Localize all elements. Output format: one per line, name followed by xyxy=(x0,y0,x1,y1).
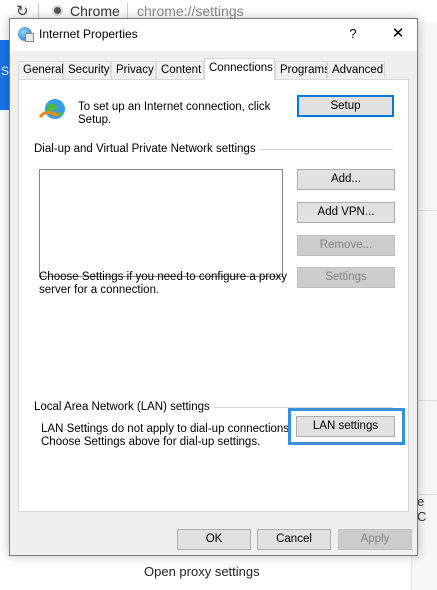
tab-programs[interactable]: Programs xyxy=(275,61,330,79)
ok-button[interactable]: OK xyxy=(177,529,251,550)
internet-properties-icon xyxy=(18,27,34,42)
address-bar[interactable]: chrome://settings xyxy=(137,3,244,19)
chrome-label: Chrome xyxy=(70,3,120,19)
url-divider xyxy=(127,3,128,19)
tab-advanced[interactable]: Advanced xyxy=(327,61,385,79)
truncated-setting-text: e C xyxy=(417,494,427,524)
connections-list[interactable] xyxy=(39,169,283,277)
tab-security[interactable]: Security xyxy=(63,61,111,79)
remove-button[interactable]: Remove... xyxy=(297,235,395,256)
setup-button[interactable]: Setup xyxy=(297,95,394,117)
settings-button[interactable]: Settings xyxy=(297,267,395,288)
tab-connections[interactable]: Connections xyxy=(204,58,275,80)
internet-properties-dialog: Internet Properties ? ✕ General Security… xyxy=(9,18,418,556)
dialog-title: Internet Properties xyxy=(39,27,138,41)
setup-description: To set up an Internet connection, click … xyxy=(78,101,271,126)
add-button[interactable]: Add... xyxy=(297,169,395,190)
lan-settings-button[interactable]: LAN settings xyxy=(296,416,395,437)
title-bar[interactable]: Internet Properties ? ✕ xyxy=(10,19,417,51)
cancel-button[interactable]: Cancel xyxy=(257,529,331,550)
tab-content[interactable]: Content xyxy=(156,61,204,79)
add-vpn-button[interactable]: Add VPN... xyxy=(297,202,395,223)
network-globe-icon xyxy=(38,99,65,119)
apply-button[interactable]: Apply xyxy=(338,529,412,550)
proxy-description: Choose Settings if you need to configure… xyxy=(39,271,288,296)
toolbar-divider xyxy=(38,3,39,19)
open-proxy-settings-link[interactable]: Open proxy settings xyxy=(144,564,260,579)
lan-group-label: Local Area Network (LAN) settings xyxy=(34,401,214,413)
tab-general[interactable]: General xyxy=(18,61,64,79)
dialup-group-label: Dial-up and Virtual Private Network sett… xyxy=(34,143,260,155)
close-button[interactable]: ✕ xyxy=(386,23,410,45)
settings-header-glyph: S xyxy=(1,64,10,78)
help-button[interactable]: ? xyxy=(342,23,364,45)
chrome-logo-icon xyxy=(52,5,63,16)
lan-description: LAN Settings do not apply to dial-up con… xyxy=(41,423,293,448)
tab-privacy[interactable]: Privacy xyxy=(111,61,156,79)
